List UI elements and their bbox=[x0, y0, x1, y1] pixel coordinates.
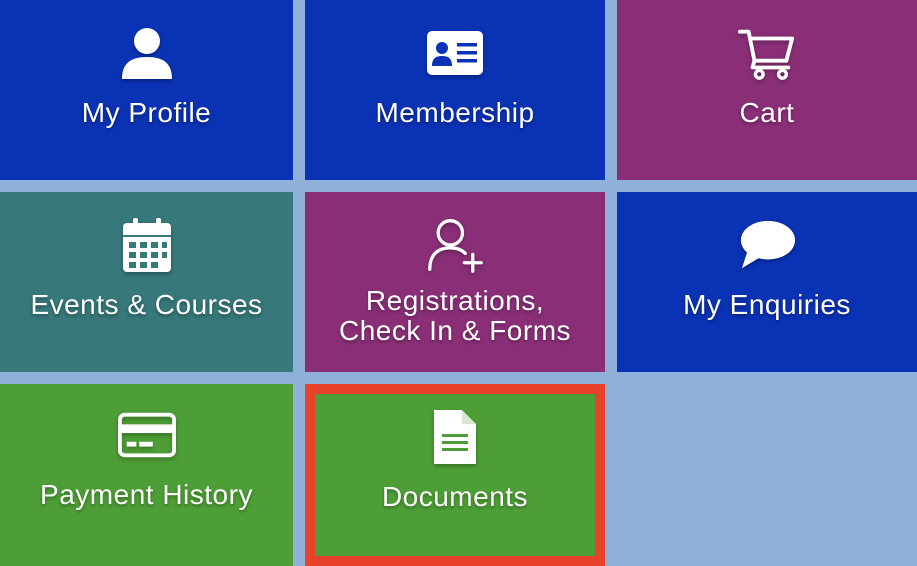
chat-bubble-icon bbox=[738, 216, 796, 274]
cart-icon bbox=[738, 24, 796, 82]
user-add-icon bbox=[426, 216, 484, 274]
tile-label: Events & Courses bbox=[30, 289, 263, 320]
tile-cart[interactable]: Cart bbox=[617, 0, 917, 180]
tile-my-enquiries[interactable]: My Enquiries bbox=[617, 192, 917, 372]
tile-membership[interactable]: Membership bbox=[305, 0, 605, 180]
tile-events-courses[interactable]: Events & Courses bbox=[0, 192, 293, 372]
tile-label: Registrations, Check In & Forms bbox=[338, 285, 572, 346]
user-icon bbox=[118, 24, 176, 82]
tile-payment-history[interactable]: Payment History bbox=[0, 384, 293, 566]
calendar-icon bbox=[118, 216, 176, 274]
tile-label: My Enquiries bbox=[683, 289, 851, 320]
tile-label: Cart bbox=[739, 97, 795, 128]
id-card-icon bbox=[426, 24, 484, 82]
tile-documents[interactable]: Documents bbox=[305, 384, 605, 566]
credit-card-icon bbox=[117, 406, 176, 464]
tile-label: Documents bbox=[381, 481, 529, 512]
tile-label: Membership bbox=[375, 97, 535, 128]
tile-label: My Profile bbox=[81, 97, 212, 128]
tile-my-profile[interactable]: My Profile bbox=[0, 0, 293, 180]
tile-label: Payment History bbox=[40, 479, 253, 510]
document-icon bbox=[426, 408, 484, 466]
tile-registrations-checkin-forms[interactable]: Registrations, Check In & Forms bbox=[305, 192, 605, 372]
